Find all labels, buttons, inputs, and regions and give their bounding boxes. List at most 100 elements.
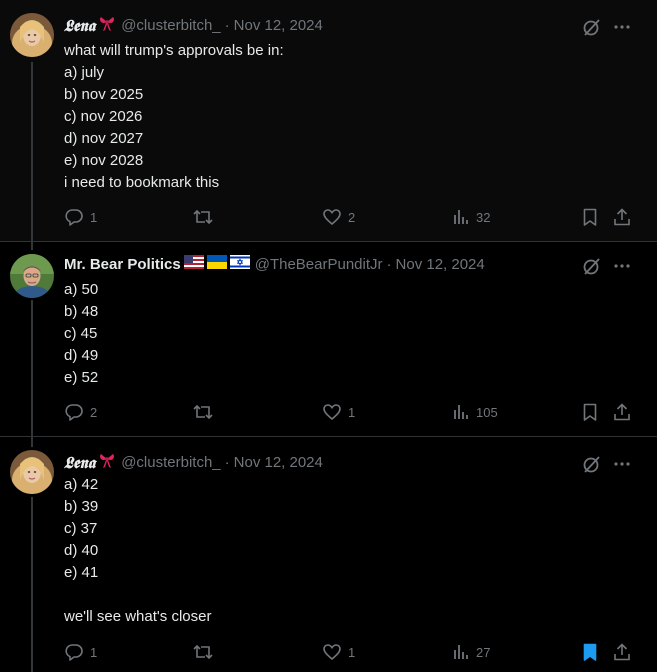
bookmark-icon [583, 208, 597, 226]
grok-icon[interactable] [581, 16, 603, 38]
grok-icon[interactable] [581, 453, 603, 475]
reply-icon [65, 209, 83, 226]
like-button[interactable]: 1 [322, 402, 355, 422]
tweet-header: 𝕷𝖊𝖓𝖆 @clusterbitch_ · Nov 12, 2024 [64, 453, 577, 473]
user-handle[interactable]: @clusterbitch_ [121, 16, 220, 36]
tweet-text: a) 50 b) 48 c) 45 d) 49 e) 52 [64, 279, 637, 389]
bookmark-button[interactable] [580, 207, 600, 227]
display-name[interactable]: 𝕷𝖊𝖓𝖆 [64, 16, 95, 36]
tweet-text-line: b) 39 [64, 498, 99, 515]
separator-dot: · [386, 256, 392, 273]
israel-flag-icon [229, 255, 250, 275]
views-button[interactable]: 32 [452, 207, 490, 227]
retweet-icon [193, 404, 213, 420]
tweet-text-line: e) nov 2028 [64, 152, 144, 169]
display-name[interactable]: 𝕷𝖊𝖓𝖆 [64, 453, 95, 473]
grok-icon[interactable] [581, 255, 603, 277]
tweet-date[interactable]: Nov 12, 2024 [234, 16, 323, 36]
tweet-3[interactable]: 𝕷𝖊𝖓𝖆 @clusterbitch_ · Nov 12, 2024 a) 42… [0, 437, 657, 672]
heart-icon [323, 209, 341, 226]
separator-dot: · [224, 17, 230, 34]
like-button[interactable]: 1 [322, 642, 355, 662]
more-icon[interactable] [611, 453, 633, 475]
retweet-button[interactable] [192, 642, 220, 662]
ukraine-flag-icon [206, 255, 227, 275]
share-icon [614, 403, 630, 421]
ribbon-emoji-icon [98, 14, 116, 38]
display-name[interactable]: Mr. Bear Politics [64, 255, 181, 275]
tweet-text-line: a) 50 [64, 281, 99, 298]
retweet-button[interactable] [192, 402, 220, 422]
tweet-text-line: i need to bookmark this [64, 174, 220, 191]
tweet-text-line: b) 48 [64, 303, 99, 320]
tweet-1[interactable]: 𝕷𝖊𝖓𝖆 @clusterbitch_ · Nov 12, 2024 what … [0, 0, 657, 242]
reply-button[interactable]: 1 [64, 642, 97, 662]
tweet-text-line: e) 41 [64, 564, 99, 581]
tweet-header: Mr. Bear Politics @TheBearPunditJr · Nov… [64, 255, 577, 275]
share-button[interactable] [612, 642, 632, 662]
reply-count: 2 [90, 404, 98, 420]
tweet-text-line: c) nov 2026 [64, 108, 143, 125]
like-button[interactable]: 2 [322, 207, 355, 227]
tweet-text-line: a) 42 [64, 476, 99, 493]
thread-line [31, 497, 33, 672]
tweet-2[interactable]: Mr. Bear Politics @TheBearPunditJr · Nov… [0, 242, 657, 437]
reply-icon [65, 404, 83, 421]
views-button[interactable]: 105 [452, 402, 498, 422]
tweet-header: 𝕷𝖊𝖓𝖆 @clusterbitch_ · Nov 12, 2024 [64, 16, 577, 36]
thread-line [31, 300, 33, 436]
share-button[interactable] [612, 402, 632, 422]
thread-line [31, 62, 33, 241]
tweet-text-line: d) nov 2027 [64, 130, 144, 147]
views-icon [454, 405, 468, 419]
reply-button[interactable]: 2 [64, 402, 97, 422]
share-button[interactable] [612, 207, 632, 227]
retweet-button[interactable] [192, 207, 220, 227]
views-button[interactable]: 27 [452, 642, 490, 662]
like-count: 1 [348, 644, 356, 660]
reply-count: 1 [90, 644, 98, 660]
bookmark-button[interactable] [580, 642, 600, 662]
reply-button[interactable]: 1 [64, 207, 97, 227]
reply-icon [65, 644, 83, 661]
share-icon [614, 643, 630, 661]
like-count: 1 [348, 404, 356, 420]
heart-icon [323, 644, 341, 661]
action-bar: 2 1 105 [64, 402, 637, 424]
tweet-date[interactable]: Nov 12, 2024 [396, 255, 485, 275]
share-icon [614, 208, 630, 226]
tweet-text: a) 42 b) 39 c) 37 d) 40 e) 41 we'll see … [64, 474, 637, 628]
action-bar: 1 2 32 [64, 207, 637, 229]
tweet-text-line: c) 45 [64, 325, 98, 342]
more-icon[interactable] [611, 255, 633, 277]
bookmark-button[interactable] [580, 402, 600, 422]
avatar[interactable] [10, 450, 54, 494]
tweet-text-line: b) nov 2025 [64, 86, 144, 103]
avatar[interactable] [10, 13, 54, 57]
views-count: 27 [476, 644, 491, 660]
user-handle[interactable]: @clusterbitch_ [121, 453, 220, 473]
more-icon[interactable] [611, 16, 633, 38]
tweet-date[interactable]: Nov 12, 2024 [234, 453, 323, 473]
tweet-text-line: d) 40 [64, 542, 99, 559]
tweet-text-line: c) 37 [64, 520, 98, 537]
views-count: 32 [476, 209, 491, 225]
tweet-text-line: a) july [64, 64, 105, 81]
user-handle[interactable]: @TheBearPunditJr [255, 255, 383, 275]
tweet-text-line [64, 584, 637, 606]
separator-dot: · [224, 454, 230, 471]
tweet-text-line: what will trump's approvals be in: [64, 42, 284, 59]
tweet-text-line: d) 49 [64, 347, 99, 364]
heart-icon [323, 404, 341, 421]
retweet-icon [193, 209, 213, 225]
tweet-text-line: e) 52 [64, 369, 99, 386]
bookmark-icon [583, 403, 597, 421]
views-icon [454, 645, 468, 659]
views-icon [454, 210, 468, 224]
avatar[interactable] [10, 254, 54, 298]
like-count: 2 [348, 209, 356, 225]
retweet-icon [193, 644, 213, 660]
bookmark-icon [583, 643, 597, 661]
ribbon-emoji-icon [98, 451, 116, 475]
action-bar: 1 1 27 [64, 642, 637, 664]
